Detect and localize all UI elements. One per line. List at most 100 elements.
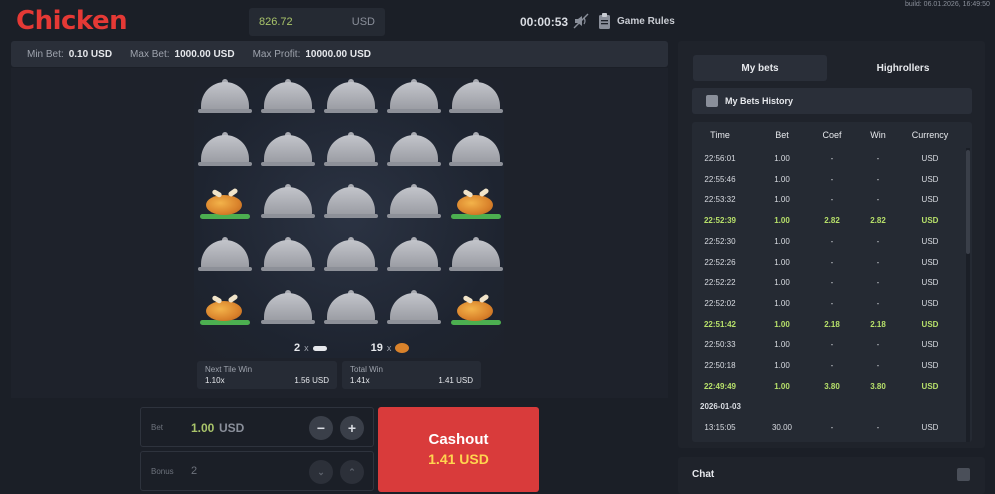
cloche-rim bbox=[324, 109, 378, 113]
bonus-down-button[interactable]: ⌄ bbox=[309, 460, 333, 484]
cloche-tile[interactable] bbox=[387, 79, 441, 119]
cloche-tile[interactable] bbox=[324, 79, 378, 119]
cloche-tile[interactable] bbox=[261, 184, 315, 224]
cloche-tile[interactable] bbox=[387, 237, 441, 277]
table-row: 22:53:32 1.00 - - USD bbox=[692, 189, 962, 210]
game-rules-link[interactable]: Game Rules bbox=[617, 16, 675, 27]
bet-limits-bar: Min Bet: 0.10 USD Max Bet: 1000.00 USD M… bbox=[11, 41, 668, 67]
cell-currency: USD bbox=[921, 278, 939, 288]
cell-currency: USD bbox=[921, 361, 939, 370]
cloche-tile[interactable] bbox=[261, 132, 315, 172]
column-header-coef: Coef bbox=[822, 130, 842, 140]
cloche-tile[interactable] bbox=[324, 237, 378, 277]
cell-bet: 30.00 bbox=[771, 423, 793, 433]
times-sign: x bbox=[386, 343, 392, 353]
date-label: 2026-01-03 bbox=[700, 402, 741, 412]
cloche-tile[interactable] bbox=[261, 290, 315, 330]
table-row: 22:56:01 1.00 - - USD bbox=[692, 148, 962, 169]
cloche-tile[interactable] bbox=[198, 132, 252, 172]
bonus-label: Bonus bbox=[151, 467, 174, 476]
bonus-up-button[interactable]: ⌃ bbox=[340, 460, 364, 484]
cell-time: 22:52:22 bbox=[704, 278, 736, 288]
cloche-rim bbox=[387, 214, 441, 218]
scrollbar-thumb[interactable] bbox=[966, 150, 970, 254]
cell-bet: 1.00 bbox=[774, 340, 790, 350]
roast-chicken-icon bbox=[457, 195, 493, 215]
cell-coef: 2.82 bbox=[824, 216, 840, 226]
cell-win: - bbox=[876, 154, 880, 163]
cell-bet: 1.00 bbox=[774, 257, 790, 267]
chat-bar[interactable]: Chat bbox=[678, 457, 985, 494]
cloche-tile[interactable] bbox=[387, 184, 441, 224]
cloche-icon bbox=[264, 82, 312, 110]
max-profit-value: 10000.00 USD bbox=[305, 48, 371, 60]
times-sign: x bbox=[304, 343, 309, 353]
cell-coef: - bbox=[830, 236, 834, 246]
cell-win: - bbox=[876, 340, 880, 350]
cell-coef: - bbox=[830, 361, 834, 370]
cell-currency: USD bbox=[921, 154, 939, 163]
cloche-tile[interactable] bbox=[198, 237, 252, 277]
cell-win: - bbox=[876, 423, 880, 433]
tab-my-bets[interactable]: My bets bbox=[693, 55, 827, 81]
total-win-box: Total Win 1.41x 1.41 USD bbox=[342, 361, 481, 389]
increase-bet-button[interactable]: + bbox=[340, 416, 364, 440]
bonus-value[interactable]: 2 bbox=[191, 465, 197, 477]
column-header-currency: Currency bbox=[911, 130, 949, 140]
cloche-icon bbox=[327, 82, 375, 110]
cell-coef: 3.80 bbox=[824, 381, 840, 391]
cloche-icon bbox=[201, 240, 249, 268]
bets-panel: My bets Highrollers My Bets History Time… bbox=[678, 41, 985, 448]
cloche-tile[interactable] bbox=[324, 290, 378, 330]
table-row: 22:52:30 1.00 - - USD bbox=[692, 231, 962, 252]
expand-chat-icon[interactable] bbox=[957, 468, 970, 481]
chicken-icon bbox=[395, 343, 410, 353]
balance-display: 826.72 USD bbox=[249, 8, 385, 36]
cloche-tile[interactable] bbox=[324, 132, 378, 172]
column-header-time: Time bbox=[710, 130, 730, 140]
total-win-label: Total Win bbox=[350, 365, 383, 374]
chicken-tile[interactable] bbox=[449, 184, 503, 224]
cell-time: 22:50:18 bbox=[704, 361, 736, 370]
table-header: Time Bet Coef Win Currency bbox=[692, 122, 972, 148]
cloche-icon bbox=[452, 240, 500, 268]
table-row: 22:52:26 1.00 - - USD bbox=[692, 252, 962, 273]
roast-chicken-icon bbox=[206, 195, 242, 215]
cell-bet: 1.00 bbox=[774, 381, 790, 391]
cloche-icon bbox=[264, 293, 312, 321]
max-bet-label: Max Bet: bbox=[130, 48, 170, 60]
bets-history-table: Time Bet Coef Win Currency 22:56:01 1.00 -… bbox=[692, 122, 972, 442]
cloche-tile[interactable] bbox=[324, 184, 378, 224]
table-row: 22:49:49 1.00 3.80 3.80 USD bbox=[692, 376, 962, 397]
cell-win: - bbox=[876, 195, 880, 205]
chicken-tile[interactable] bbox=[449, 290, 503, 330]
bet-value[interactable]: 1.00 bbox=[191, 421, 214, 435]
cloche-tile[interactable] bbox=[198, 79, 252, 119]
tab-highrollers[interactable]: Highrollers bbox=[836, 55, 970, 81]
cloche-icon bbox=[264, 240, 312, 268]
cell-currency: USD bbox=[921, 174, 939, 184]
column-header-bet: Bet bbox=[775, 130, 789, 140]
cloche-tile[interactable] bbox=[449, 132, 503, 172]
cell-currency: USD bbox=[921, 298, 939, 308]
cell-currency: USD bbox=[921, 423, 939, 433]
game-logo: Chicken bbox=[16, 6, 128, 36]
cashout-button[interactable]: Cashout 1.41 USD bbox=[378, 407, 539, 492]
cloche-tile[interactable] bbox=[387, 290, 441, 330]
cloche-rim bbox=[387, 162, 441, 166]
cloche-tile[interactable] bbox=[449, 237, 503, 277]
session-timer: 00:00:53 bbox=[520, 15, 569, 29]
cloche-tile[interactable] bbox=[261, 237, 315, 277]
cloche-rim bbox=[387, 267, 441, 271]
cloche-tile[interactable] bbox=[449, 79, 503, 119]
chicken-tile[interactable] bbox=[198, 290, 252, 330]
table-row: 22:50:18 1.00 - - USD bbox=[692, 355, 962, 376]
cloche-tile[interactable] bbox=[261, 79, 315, 119]
bone-icon bbox=[312, 345, 327, 351]
cloche-tile[interactable] bbox=[387, 132, 441, 172]
clipboard-icon[interactable] bbox=[598, 13, 611, 29]
chicken-tile[interactable] bbox=[198, 184, 252, 224]
sound-muted-icon[interactable] bbox=[573, 13, 589, 29]
decrease-bet-button[interactable]: − bbox=[309, 416, 333, 440]
tile-counters: 2 x 19 x bbox=[294, 342, 410, 354]
